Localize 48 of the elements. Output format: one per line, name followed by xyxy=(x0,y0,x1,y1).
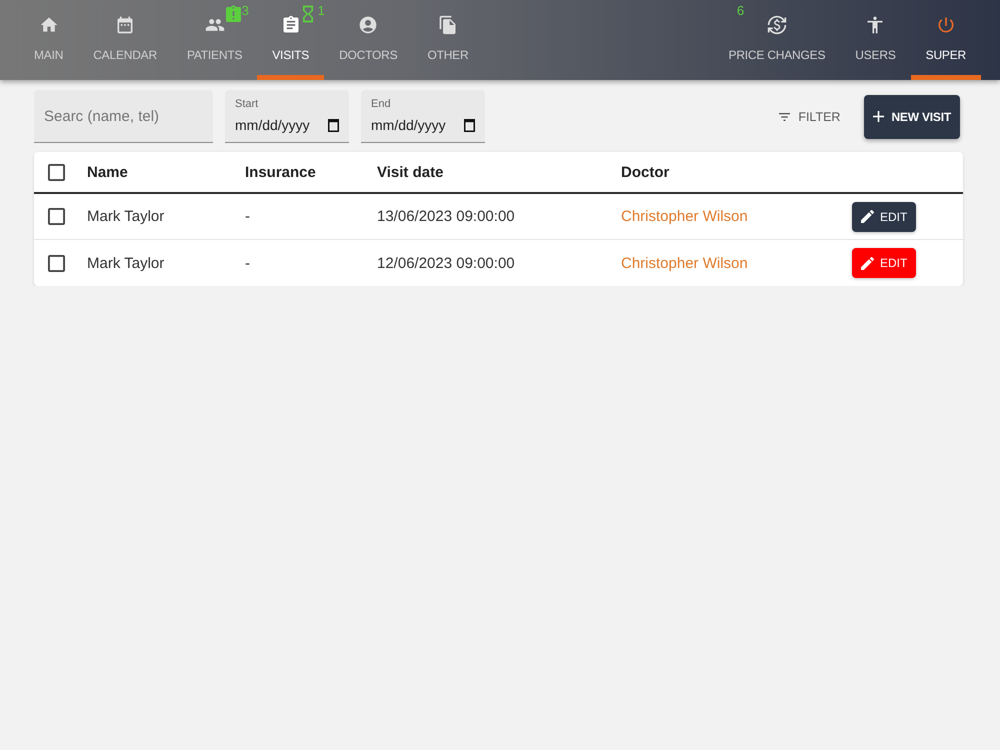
standing-person-icon xyxy=(865,15,886,35)
search-field[interactable]: Searc (name, tel) xyxy=(34,90,213,143)
new-visit-button[interactable]: NEW VISIT xyxy=(864,94,960,138)
edit-button[interactable]: EDIT xyxy=(852,248,916,278)
files-icon xyxy=(438,15,458,35)
column-header: Visit date xyxy=(377,164,444,180)
column-header: Doctor xyxy=(621,164,670,180)
visit-date-cell: 13/06/2023 09:00:00 xyxy=(377,208,515,225)
dollar-cycle-icon xyxy=(766,15,787,35)
clipboard-icon xyxy=(280,15,301,35)
badge-count: 1 xyxy=(318,4,325,18)
edit-button[interactable]: EDIT xyxy=(852,202,916,232)
nav-tab[interactable]: CALENDAR xyxy=(78,0,172,80)
nav-tab[interactable]: 6 PRICE CHANGES xyxy=(714,0,840,80)
nav-tab[interactable]: 1 VISITS xyxy=(257,0,324,80)
plus-icon xyxy=(873,111,884,122)
visit-date-cell: 12/06/2023 09:00:00 xyxy=(377,254,515,272)
name-cell: Mark Taylor xyxy=(87,254,164,272)
power-icon xyxy=(936,15,956,35)
doctor-link[interactable]: Christopher Wilson xyxy=(621,254,748,272)
nav-tab[interactable]: USERS xyxy=(840,0,911,80)
nav-tab[interactable]: MAIN xyxy=(19,0,78,80)
insurance-cell: - xyxy=(245,254,250,272)
hourglass-icon xyxy=(302,4,313,24)
checkbox[interactable] xyxy=(48,254,65,272)
badge-count: 3 xyxy=(242,4,249,18)
checkbox[interactable] xyxy=(48,208,65,225)
nav-tab[interactable]: 3 PATIENTS xyxy=(172,0,258,80)
doctor-link[interactable]: Christopher Wilson xyxy=(621,208,748,225)
calendar-icon xyxy=(115,15,136,35)
filter-button[interactable]: FILTER xyxy=(777,104,842,130)
checkbox[interactable] xyxy=(48,164,65,180)
column-header: Name xyxy=(87,164,128,180)
date-field[interactable]: End mm/dd/yyyy xyxy=(361,90,485,143)
nav-tab[interactable]: OTHER xyxy=(412,0,484,80)
insurance-cell: - xyxy=(245,208,250,225)
clipboard-alert-icon xyxy=(226,4,241,25)
calendar-icon xyxy=(328,118,339,132)
pencil-icon xyxy=(861,210,874,223)
calendar-icon xyxy=(464,118,475,132)
name-cell: Mark Taylor xyxy=(87,208,164,225)
filter-icon xyxy=(779,112,790,120)
nav-tab[interactable]: SUPER xyxy=(910,0,981,80)
column-header: Insurance xyxy=(245,164,316,180)
date-field[interactable]: Start mm/dd/yyyy xyxy=(225,90,349,143)
pencil-icon xyxy=(861,256,874,270)
nav-tab[interactable]: DOCTORS xyxy=(324,0,412,80)
badge-count: 6 xyxy=(736,4,744,18)
